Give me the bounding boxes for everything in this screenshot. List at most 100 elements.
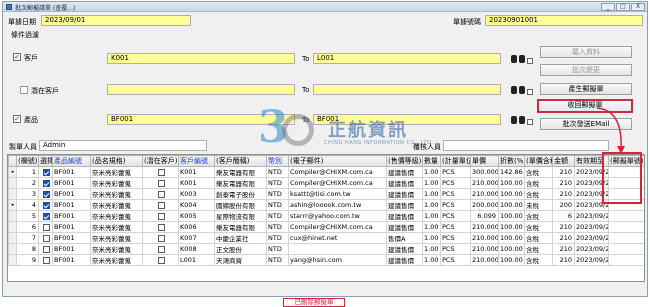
row-indicator[interactable]	[8, 177, 17, 189]
table-cell[interactable]: 2023/09/21	[574, 232, 609, 244]
table-row[interactable]: ▸ 4 BF001 奈米亮彩蕾蒐 K004 國鄉股份有限 NTD ashin@looook.c…	[8, 199, 644, 211]
table-cell[interactable]: ashin@looook.com.tw	[288, 199, 387, 211]
column-header[interactable]: (電子郵件)	[288, 155, 387, 167]
table-cell[interactable]: 建議售價	[386, 210, 423, 222]
table-cell[interactable]: 奈米亮彩蕾蒐	[90, 199, 143, 211]
table-cell[interactable]: NTD	[266, 232, 289, 244]
table-cell[interactable]: PCS	[440, 254, 471, 266]
table-cell[interactable]: 210.000	[470, 254, 499, 266]
table-cell[interactable]	[608, 232, 644, 244]
select-checkbox[interactable]	[42, 256, 50, 264]
table-cell[interactable]: BF001	[52, 166, 91, 178]
table-cell[interactable]: 奈米亮彩蕾蒐	[90, 232, 143, 244]
customer-from-field[interactable]: K001	[107, 53, 295, 64]
table-cell[interactable]: 3	[16, 188, 39, 200]
table-cell[interactable]: 星際物流有限	[214, 210, 267, 222]
table-cell[interactable]: 100.00	[498, 243, 525, 255]
table-cell[interactable]: 1.00	[422, 199, 441, 211]
doc-no-field[interactable]: 20230901001	[485, 15, 643, 26]
table-cell[interactable]	[608, 210, 644, 222]
table-cell[interactable]: 樂友電器有限	[214, 221, 267, 233]
table-cell[interactable]: 含稅	[524, 221, 553, 233]
table-cell[interactable]: 創泰電子股份	[214, 188, 267, 200]
table-cell[interactable]: 天鴻商貿	[214, 254, 267, 266]
table-cell[interactable]: 1.00	[422, 188, 441, 200]
table-cell[interactable]: BF001	[52, 188, 91, 200]
table-row[interactable]: 5 BF001 奈米亮彩蕾蒐 K005 星際物流有限 NTD starrr@yahoo.co…	[8, 210, 644, 222]
table-cell[interactable]: 含稅	[524, 188, 553, 200]
customer-option-checkbox[interactable]	[527, 58, 533, 64]
prospect-checkbox[interactable]	[157, 179, 165, 187]
select-checkbox[interactable]	[42, 212, 50, 220]
prospect-cell[interactable]	[142, 221, 179, 233]
table-cell[interactable]: K001	[178, 166, 215, 178]
table-cell[interactable]: NTD	[266, 199, 289, 211]
select-checkbox[interactable]	[42, 245, 50, 253]
table-cell[interactable]: 142.86	[498, 166, 525, 178]
table-cell[interactable]: 100.00	[498, 254, 525, 266]
prospect-checkbox[interactable]	[157, 256, 165, 264]
table-cell[interactable]	[608, 243, 644, 255]
table-cell[interactable]: 含稅	[524, 243, 553, 255]
table-cell[interactable]: 5	[16, 210, 39, 222]
table-cell[interactable]: 210.000	[470, 243, 499, 255]
generate-quote-button[interactable]: 產生郵擬單	[540, 83, 632, 95]
select-cell[interactable]	[38, 254, 53, 266]
prospect-cell[interactable]	[142, 166, 179, 178]
table-cell[interactable]: 6	[552, 210, 575, 222]
filter-product-checkbox[interactable]: ✓	[13, 115, 21, 123]
table-cell[interactable]: 210	[552, 166, 575, 178]
table-cell[interactable]	[608, 221, 644, 233]
prospect-checkbox[interactable]	[157, 201, 165, 209]
prospect-from-field[interactable]	[107, 84, 295, 95]
table-cell[interactable]: starrr@yahoo.com.tw	[288, 210, 387, 222]
select-cell[interactable]	[38, 221, 53, 233]
select-cell[interactable]	[38, 177, 53, 189]
filter-customer-checkbox[interactable]: ✓	[13, 53, 21, 61]
table-cell[interactable]: 國鄉股份有限	[214, 199, 267, 211]
table-cell[interactable]: 9	[16, 254, 39, 266]
column-header[interactable]: 金額	[552, 155, 575, 167]
table-cell[interactable]: 奈米亮彩蕾蒐	[90, 210, 143, 222]
table-cell[interactable]: 奈米亮彩蕾蒐	[90, 166, 143, 178]
table-cell[interactable]: 1	[16, 166, 39, 178]
table-cell[interactable]: 210	[552, 254, 575, 266]
select-cell[interactable]	[38, 166, 53, 178]
table-cell[interactable]: 奈米亮彩蕾蒐	[90, 188, 143, 200]
table-cell[interactable]: K008	[178, 243, 215, 255]
table-cell[interactable]: 樂友電器有限	[214, 166, 267, 178]
table-cell[interactable]: NTD	[266, 243, 289, 255]
row-indicator[interactable]	[8, 188, 17, 200]
table-cell[interactable]: 210	[552, 177, 575, 189]
table-row[interactable]: 8 BF001 奈米亮彩蕾蒐 K008 正文股份 NTD 建議售價 1.00 PCS 210.00…	[8, 243, 644, 255]
table-cell[interactable]: K005	[178, 210, 215, 222]
row-indicator[interactable]	[8, 210, 17, 222]
select-cell[interactable]	[38, 188, 53, 200]
table-cell[interactable]: 100.00	[498, 188, 525, 200]
table-cell[interactable]: PCS	[440, 199, 471, 211]
prospect-cell[interactable]	[142, 232, 179, 244]
table-row[interactable]: 2 BF001 奈米亮彩蕾蒐 K001 樂友電器有限 NTD Compiler@CHIXM.…	[8, 177, 644, 189]
row-indicator[interactable]: ▸	[8, 199, 17, 211]
table-cell[interactable]: BF001	[52, 199, 91, 211]
column-header[interactable]: (品名規格)	[90, 155, 143, 167]
table-cell[interactable]: BF001	[52, 177, 91, 189]
table-row[interactable]: 6 BF001 奈米亮彩蕾蒐 K006 樂友電器有限 NTD Compiler@CHIXM.…	[8, 221, 644, 233]
table-cell[interactable]: 100.00	[498, 177, 525, 189]
customer-search-binoculars-icon[interactable]	[511, 52, 525, 64]
customer-to-field[interactable]: L001	[313, 53, 501, 64]
column-header[interactable]: (潛在客戶)	[142, 155, 179, 167]
table-cell[interactable]: 210	[552, 243, 575, 255]
table-cell[interactable]: yang@hsin.com	[288, 254, 387, 266]
table-cell[interactable]: NTD	[266, 177, 289, 189]
table-cell[interactable]: ksattt@tisi.com.tw	[288, 188, 387, 200]
table-cell[interactable]: 100.00	[498, 199, 525, 211]
table-cell[interactable]: 1.00	[422, 221, 441, 233]
table-cell[interactable]: cux@hinet.net	[288, 232, 387, 244]
prospect-search-binoculars-icon[interactable]	[511, 83, 525, 95]
table-cell[interactable]: L001	[178, 254, 215, 266]
table-cell[interactable]: Compiler@CHIXM.com.ca	[288, 221, 387, 233]
select-checkbox[interactable]	[42, 223, 50, 231]
prospect-cell[interactable]	[142, 177, 179, 189]
table-cell[interactable]: 含稅	[524, 166, 553, 178]
